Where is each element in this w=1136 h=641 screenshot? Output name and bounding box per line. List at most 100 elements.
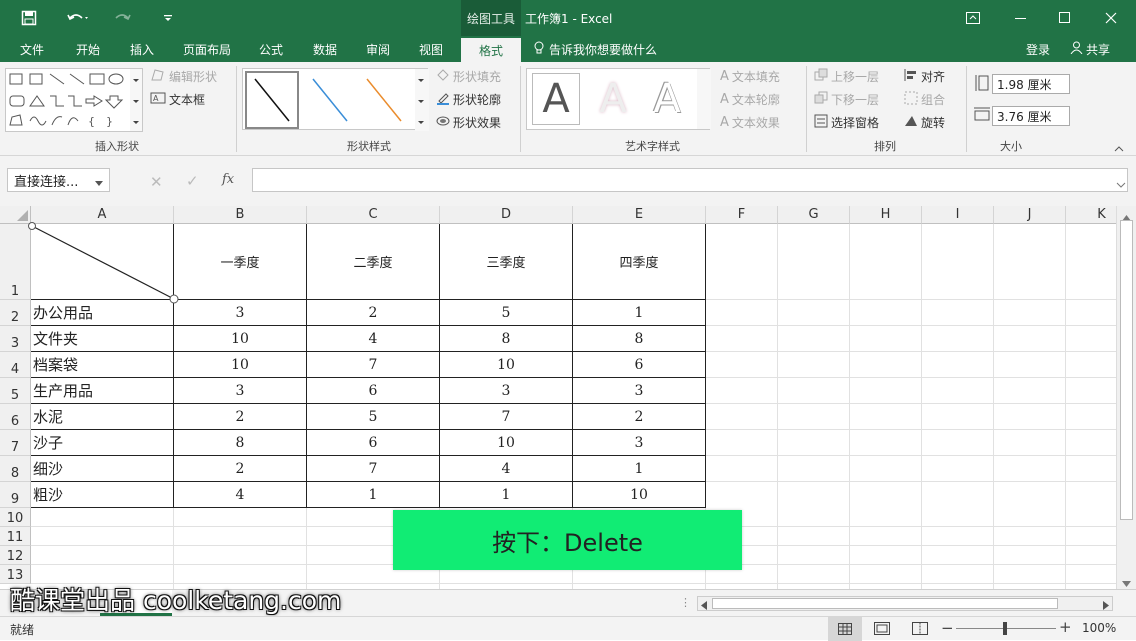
zoom-in-icon[interactable]: + — [1059, 618, 1072, 636]
tab-insert[interactable]: 插入 — [120, 36, 164, 62]
tab-page-layout[interactable]: 页面布局 — [175, 36, 239, 62]
value-cell[interactable]: 1 — [573, 300, 705, 325]
value-cell[interactable]: 10 — [573, 482, 705, 507]
shape-gallery[interactable]: {} — [5, 68, 143, 132]
shape-width-input[interactable]: 3.76 厘米 — [992, 106, 1070, 126]
value-cell[interactable]: 6 — [307, 430, 439, 455]
zoom-level[interactable]: 100% — [1082, 621, 1116, 635]
insert-function-icon[interactable]: fx — [222, 172, 234, 187]
tab-data[interactable]: 数据 — [303, 36, 347, 62]
value-cell[interactable]: 10 — [440, 430, 572, 455]
name-box-dropdown-icon[interactable] — [95, 176, 103, 191]
formula-enter-icon[interactable]: ✓ — [186, 172, 199, 190]
wordart-sample-1[interactable]: A — [532, 73, 580, 125]
wordart-sample-2[interactable]: A — [589, 73, 637, 125]
horizontal-scrollbar[interactable] — [697, 596, 1113, 611]
value-cell[interactable]: 2 — [174, 456, 306, 481]
value-cell[interactable]: 8 — [573, 326, 705, 351]
quarter-header[interactable]: 四季度 — [573, 224, 705, 299]
shape-effects-button[interactable]: 形状效果 — [436, 114, 501, 131]
item-name-cell[interactable]: 档案袋 — [33, 352, 173, 377]
item-name-cell[interactable]: 粗沙 — [33, 482, 173, 507]
value-cell[interactable]: 8 — [174, 430, 306, 455]
collapse-ribbon-icon[interactable] — [1114, 142, 1124, 156]
horizontal-scroll-thumb[interactable] — [712, 598, 1058, 609]
formula-input[interactable] — [252, 168, 1128, 192]
row-header[interactable]: 6 — [0, 404, 31, 430]
redo-icon[interactable] — [104, 0, 144, 36]
text-box-button[interactable]: A 文本框 — [150, 91, 205, 108]
value-cell[interactable]: 3 — [174, 300, 306, 325]
tab-view[interactable]: 视图 — [409, 36, 453, 62]
column-header[interactable]: G — [778, 206, 850, 224]
column-header[interactable]: J — [994, 206, 1066, 224]
align-button[interactable]: 对齐 — [904, 68, 945, 85]
value-cell[interactable]: 5 — [307, 404, 439, 429]
value-cell[interactable]: 7 — [440, 404, 572, 429]
item-name-cell[interactable]: 水泥 — [33, 404, 173, 429]
value-cell[interactable]: 3 — [573, 430, 705, 455]
column-header[interactable]: K — [1066, 206, 1116, 224]
vertical-scrollbar[interactable] — [1116, 206, 1136, 589]
scroll-right-icon[interactable] — [1103, 599, 1109, 613]
zoom-slider[interactable] — [956, 622, 1056, 635]
edit-shape-button[interactable]: 编辑形状 — [150, 68, 217, 85]
row-header[interactable]: 2 — [0, 300, 31, 326]
value-cell[interactable]: 10 — [174, 326, 306, 351]
group-button[interactable]: 组合 — [904, 91, 945, 108]
maximize-icon[interactable] — [1050, 0, 1080, 36]
value-cell[interactable]: 5 — [440, 300, 572, 325]
text-outline-button[interactable]: A 文本轮廓 — [720, 91, 780, 108]
normal-view-icon[interactable] — [828, 617, 862, 641]
formula-cancel-icon[interactable]: ✕ — [150, 173, 163, 191]
rotate-button[interactable]: 旋转 — [904, 114, 945, 131]
shape-style-gallery[interactable] — [242, 68, 429, 131]
undo-icon[interactable] — [58, 0, 98, 36]
select-all-button[interactable] — [0, 206, 31, 224]
tab-split-handle-icon[interactable]: ⋮ — [680, 596, 691, 609]
value-cell[interactable]: 8 — [440, 326, 572, 351]
row-header[interactable]: 8 — [0, 456, 31, 482]
value-cell[interactable]: 7 — [307, 352, 439, 377]
item-name-cell[interactable]: 文件夹 — [33, 326, 173, 351]
item-name-cell[interactable]: 办公用品 — [33, 300, 173, 325]
item-name-cell[interactable]: 细沙 — [33, 456, 173, 481]
quarter-header[interactable]: 二季度 — [307, 224, 439, 299]
row-header[interactable]: 4 — [0, 352, 31, 378]
save-icon[interactable] — [16, 0, 42, 36]
quarter-header[interactable]: 三季度 — [440, 224, 572, 299]
value-cell[interactable]: 1 — [573, 456, 705, 481]
text-effects-button[interactable]: A 文本效果 — [720, 114, 780, 131]
close-icon[interactable] — [1096, 0, 1126, 36]
selection-pane-button[interactable]: 选择窗格 — [814, 114, 879, 131]
diagonal-line-shape[interactable] — [28, 222, 180, 304]
value-cell[interactable]: 7 — [307, 456, 439, 481]
value-cell[interactable]: 4 — [307, 326, 439, 351]
value-cell[interactable]: 3 — [440, 378, 572, 403]
value-cell[interactable]: 2 — [307, 300, 439, 325]
login-link[interactable]: 登录 — [1020, 36, 1056, 62]
column-header[interactable]: E — [573, 206, 706, 224]
scroll-left-icon[interactable] — [701, 599, 707, 613]
row-header[interactable]: 5 — [0, 378, 31, 404]
customize-qat-icon[interactable] — [158, 0, 178, 36]
name-box[interactable]: 直接连接... — [7, 168, 110, 192]
wordart-sample-3[interactable]: A — [643, 73, 691, 125]
item-name-cell[interactable]: 沙子 — [33, 430, 173, 455]
value-cell[interactable]: 10 — [174, 352, 306, 377]
column-header[interactable]: D — [440, 206, 573, 224]
value-cell[interactable]: 1 — [440, 482, 572, 507]
share-button[interactable]: 共享 — [1062, 36, 1118, 62]
vertical-scroll-thumb[interactable] — [1120, 220, 1133, 520]
wordart-gallery[interactable]: A A A — [526, 68, 711, 130]
tab-file[interactable]: 文件 — [10, 36, 54, 62]
value-cell[interactable]: 4 — [440, 456, 572, 481]
minimize-icon[interactable] — [1006, 0, 1036, 36]
tab-format[interactable]: 格式 — [461, 36, 521, 62]
expand-formula-icon[interactable] — [1116, 177, 1126, 191]
item-name-cell[interactable]: 生产用品 — [33, 378, 173, 403]
scroll-down-icon[interactable] — [1122, 576, 1131, 590]
page-layout-view-icon[interactable] — [874, 622, 890, 638]
shape-fill-button[interactable]: 形状填充 — [436, 68, 501, 85]
row-header[interactable]: 3 — [0, 326, 31, 352]
